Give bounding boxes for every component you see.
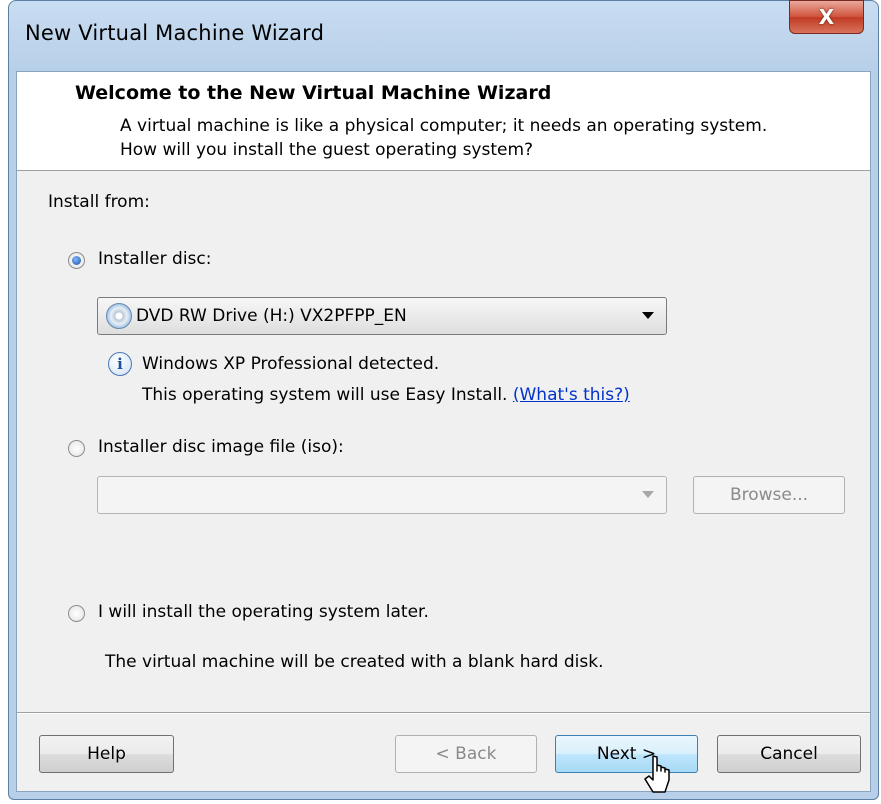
page-title: Welcome to the New Virtual Machine Wizar… bbox=[75, 82, 552, 104]
easy-install-text: This operating system will use Easy Inst… bbox=[142, 385, 630, 405]
dvd-drive-icon bbox=[106, 303, 132, 329]
install-later-radio[interactable] bbox=[68, 605, 85, 622]
install-later-label[interactable]: I will install the operating system late… bbox=[98, 602, 429, 622]
back-button-label: < Back bbox=[435, 744, 497, 764]
dropdown-arrow-icon[interactable] bbox=[642, 312, 654, 319]
footer-divider bbox=[17, 712, 870, 714]
browse-button: Browse... bbox=[693, 476, 845, 514]
installer-disc-radio[interactable] bbox=[68, 252, 85, 269]
wizard-header: Welcome to the New Virtual Machine Wizar… bbox=[17, 72, 870, 171]
window-title: New Virtual Machine Wizard bbox=[25, 21, 325, 45]
back-button: < Back bbox=[395, 735, 537, 773]
cancel-button-label: Cancel bbox=[760, 744, 818, 764]
iso-path-combo bbox=[97, 476, 667, 514]
dropdown-arrow-icon bbox=[642, 491, 654, 498]
browse-button-label: Browse... bbox=[729, 485, 809, 505]
mouse-pointer-icon bbox=[644, 755, 670, 793]
drive-select-value: DVD RW Drive (H:) VX2PFPP_EN bbox=[136, 306, 407, 326]
installer-disc-label[interactable]: Installer disc: bbox=[98, 249, 211, 269]
install-from-label: Install from: bbox=[48, 192, 150, 212]
info-icon: i bbox=[108, 352, 132, 376]
whats-this-link[interactable]: (What's this?) bbox=[513, 385, 630, 405]
easy-install-message: This operating system will use Easy Inst… bbox=[142, 385, 508, 405]
blank-disk-note: The virtual machine will be created with… bbox=[105, 652, 604, 672]
installer-iso-label[interactable]: Installer disc image file (iso): bbox=[98, 437, 344, 457]
detected-os-text: Windows XP Professional detected. bbox=[142, 354, 440, 374]
wizard-client-area: Welcome to the New Virtual Machine Wizar… bbox=[16, 71, 871, 793]
installer-iso-radio[interactable] bbox=[68, 440, 85, 457]
cancel-button[interactable]: Cancel bbox=[717, 735, 861, 773]
page-description: A virtual machine is like a physical com… bbox=[120, 116, 768, 160]
drive-select[interactable]: DVD RW Drive (H:) VX2PFPP_EN bbox=[97, 297, 667, 335]
help-button[interactable]: Help bbox=[39, 735, 174, 773]
close-button[interactable]: X bbox=[789, 0, 864, 34]
wizard-window: New Virtual Machine Wizard X Welcome to … bbox=[8, 0, 879, 800]
close-icon: X bbox=[818, 5, 835, 29]
help-button-label: Help bbox=[87, 744, 126, 764]
title-bar[interactable]: New Virtual Machine Wizard X bbox=[9, 0, 878, 71]
